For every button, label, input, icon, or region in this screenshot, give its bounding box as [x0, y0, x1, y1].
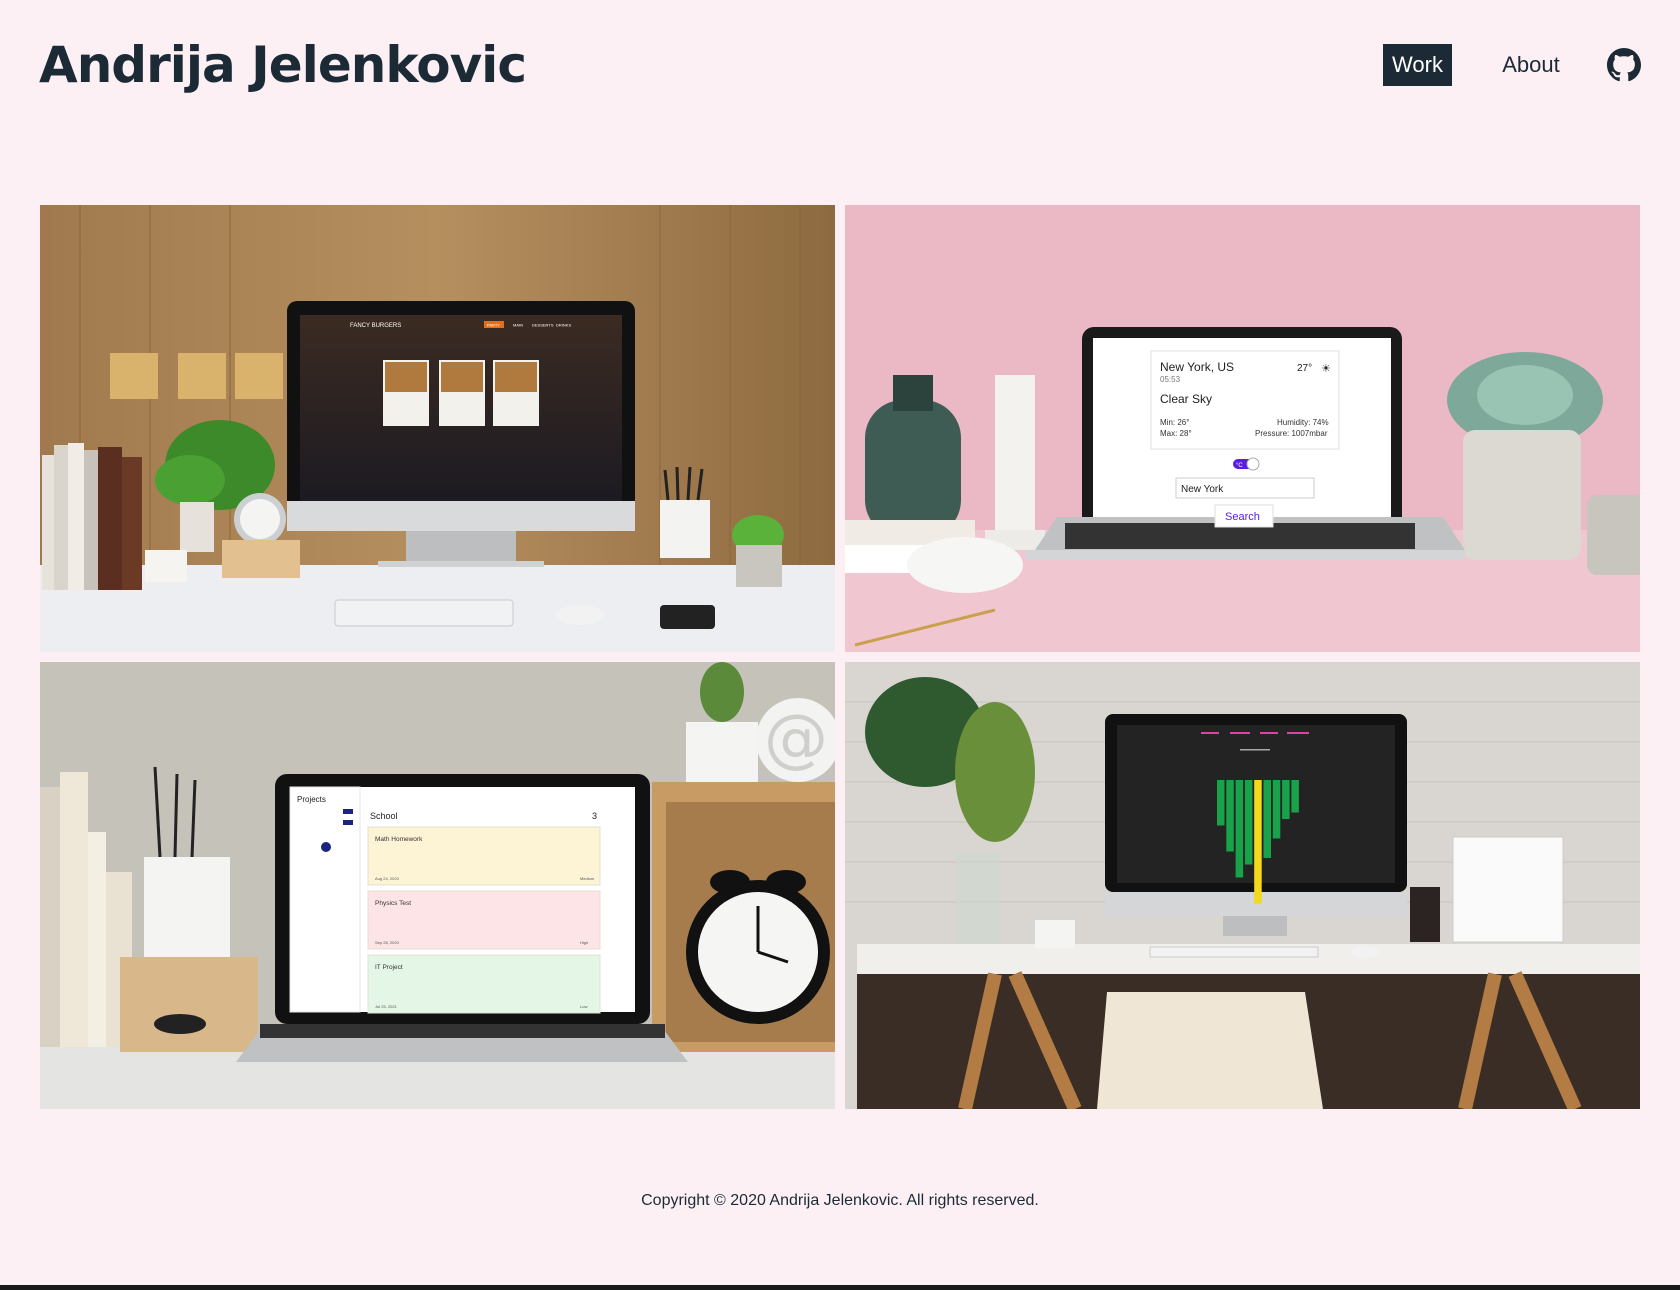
sort-bar: [1263, 780, 1271, 858]
project-tile-sorting[interactable]: [845, 662, 1640, 1109]
bottom-edge: [0, 1285, 1680, 1290]
nav-work-link[interactable]: Work: [1383, 44, 1452, 86]
todo-sidebar-title: Projects: [297, 795, 326, 804]
weather-humidity: Humidity: 74%: [1277, 418, 1329, 427]
burger-nav-drinks: DRINKS: [556, 323, 571, 328]
sort-bar: [1254, 780, 1262, 904]
todo-project-count: 3: [592, 811, 597, 821]
github-icon: [1607, 48, 1641, 82]
todo-task-priority: Low: [580, 1004, 587, 1009]
sort-bar: [1226, 780, 1234, 852]
weather-min: Min: 26°: [1160, 418, 1189, 427]
sort-bar: [1217, 780, 1225, 826]
github-link[interactable]: [1607, 48, 1641, 82]
project-tile-weather[interactable]: New York, US 05:53 27° ☀ Clear Sky Min: …: [845, 205, 1640, 652]
todo-task-priority: High: [580, 940, 588, 945]
burger-brand: FANCY BURGERS: [350, 323, 401, 329]
weather-time: 05:53: [1160, 375, 1181, 384]
project-image-burger: FANCY BURGERS PARTY MAIN DESSERTS DRINKS: [40, 205, 835, 652]
todo-task-card: [367, 954, 601, 1014]
site-title: Andrija Jelenkovic: [39, 36, 527, 94]
todo-task-title: Physics Test: [375, 900, 411, 907]
sort-bar: [1244, 780, 1253, 865]
weather-location: New York, US: [1160, 360, 1234, 374]
burger-nav-party: PARTY: [487, 323, 500, 328]
sort-bar: [1235, 780, 1244, 878]
weather-temp: 27°: [1297, 363, 1312, 374]
weather-max: Max: 28°: [1160, 429, 1192, 438]
weather-condition: Clear Sky: [1160, 392, 1212, 406]
at-sign-decoration: @: [764, 702, 828, 776]
todo-task-title: IT Project: [375, 964, 403, 971]
footer-copyright: Copyright © 2020 Andrija Jelenkovic. All…: [641, 1192, 1039, 1209]
burger-nav-main: MAIN: [513, 323, 523, 328]
burger-nav-desserts: DESSERTS: [532, 323, 554, 328]
sun-icon: ☀: [1321, 363, 1331, 375]
todo-task-date: Jul 25, 2021: [375, 1004, 398, 1009]
project-image-sorting: [845, 662, 1640, 1109]
sort-bar: [1272, 780, 1281, 839]
weather-search-input: New York: [1181, 484, 1224, 495]
nav-about-link[interactable]: About: [1491, 44, 1571, 86]
project-image-weather: New York, US 05:53 27° ☀ Clear Sky Min: …: [845, 205, 1640, 652]
todo-project-name: School: [370, 811, 398, 821]
weather-pressure: Pressure: 1007mbar: [1255, 429, 1328, 438]
todo-task-priority: Medium: [580, 876, 595, 881]
todo-task-title: Math Homework: [375, 836, 423, 843]
weather-search-button: Search: [1225, 511, 1260, 523]
todo-task-date: Sep 28, 2020: [375, 940, 400, 945]
unit-toggle-label: °C: [1236, 463, 1243, 469]
project-tile-burger[interactable]: FANCY BURGERS PARTY MAIN DESSERTS DRINKS: [40, 205, 835, 652]
sort-bar: [1291, 780, 1299, 813]
project-image-todo: @ Projects School 3 Math Homework Aug 24,…: [40, 662, 835, 1109]
todo-task-date: Aug 24, 2020: [375, 876, 400, 881]
project-tile-todo[interactable]: @ Projects School 3 Math Homework Aug 24,…: [40, 662, 835, 1109]
sort-bar: [1282, 780, 1290, 819]
